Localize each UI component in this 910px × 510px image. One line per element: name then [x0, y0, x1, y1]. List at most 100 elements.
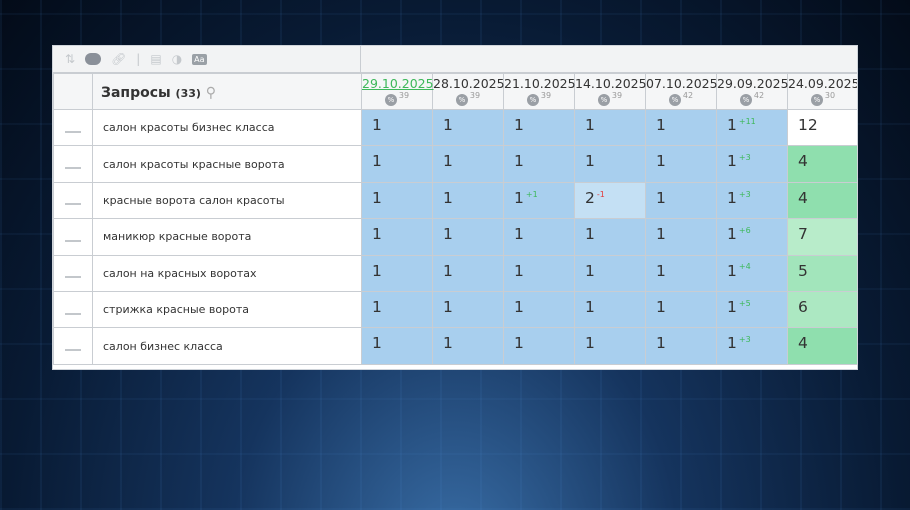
row-toggle[interactable] [53, 254, 93, 292]
row-toggle[interactable] [53, 218, 93, 256]
date-column-header[interactable]: 29.10.2025% 39 [361, 73, 434, 110]
visibility-percent: % 42 [646, 91, 716, 106]
position-change: -1 [596, 189, 605, 199]
position-value: 1 [514, 188, 524, 207]
position-cell: 1 [645, 290, 717, 329]
position-cell: 1 +3 [716, 145, 788, 183]
percent-value: 39 [611, 91, 623, 100]
visibility-percent: % 39 [362, 91, 432, 106]
keyword-cell: красные ворота салон красоты [92, 181, 362, 220]
contrast-icon[interactable]: ◑ [172, 52, 182, 66]
table-row: маникюр красные ворота 1 1 1 1 1 1 +6 7 [53, 218, 857, 256]
position-cell: 1 [503, 108, 575, 147]
date-column-header[interactable]: 28.10.2025% 39 [432, 73, 505, 110]
position-cell: 1 [645, 218, 717, 256]
percent-value: 42 [753, 91, 765, 100]
position-value: 1 [656, 188, 666, 207]
position-change: +3 [738, 153, 751, 163]
search-icon[interactable]: ⚲ [206, 85, 216, 101]
position-cell: 1 [432, 290, 504, 329]
position-value: 4 [798, 188, 808, 207]
position-value: 6 [798, 297, 808, 316]
toggle-icon[interactable] [85, 53, 102, 65]
percent-value: 39 [540, 91, 552, 100]
position-value: 1 [727, 334, 737, 353]
position-value: 7 [798, 225, 808, 244]
position-value: 1 [585, 152, 595, 171]
position-cell: 1 [574, 218, 646, 256]
position-cell: 1 [432, 218, 504, 256]
row-toggle[interactable] [53, 290, 93, 329]
position-value: 12 [798, 116, 818, 134]
position-cell: 1 +3 [716, 181, 788, 220]
dash-icon [65, 312, 81, 315]
toolbar: ⇅ 🔗︎ | ▤ ◑ Aa [53, 46, 857, 73]
date-column-header[interactable]: 21.10.2025% 39 [503, 73, 576, 110]
position-value: 1 [443, 225, 453, 244]
position-cell: 1 [432, 327, 504, 365]
position-cell: 1 [645, 108, 717, 147]
toolbar-divider: | [136, 52, 141, 66]
position-value: 4 [798, 334, 808, 353]
position-value: 1 [514, 116, 524, 134]
position-value: 1 [656, 334, 666, 353]
keyword-cell: салон на красных воротах [92, 254, 362, 292]
keyword-cell: салон красоты красные ворота [92, 145, 362, 183]
position-cell: 1 [361, 254, 433, 292]
font-icon[interactable]: Aa [192, 53, 207, 65]
date-column-header[interactable]: 14.10.2025% 39 [574, 73, 647, 110]
position-value: 1 [372, 188, 382, 207]
percent-icon: % [668, 93, 681, 106]
date-label[interactable]: 29.10.2025 [362, 76, 434, 91]
position-cell: 7 [787, 218, 857, 256]
position-cell: 1 +6 [716, 218, 788, 256]
position-cell: 1 [574, 327, 646, 365]
position-value: 1 [727, 152, 737, 171]
percent-icon: % [384, 93, 397, 106]
position-cell: 1 [432, 108, 504, 147]
visibility-percent: % 42 [717, 91, 787, 106]
date-column-header[interactable]: 29.09.2025% 42 [716, 73, 789, 110]
sort-icon[interactable]: ⇅ [65, 52, 75, 66]
table-row: красные ворота салон красоты 1 1 1 +1 2 -1 1 1 +3… [53, 181, 857, 220]
position-cell: 1 [503, 290, 575, 329]
date-column-header[interactable]: 07.10.2025% 42 [645, 73, 718, 110]
position-cell: 1 [574, 254, 646, 292]
keyword-cell: маникюр красные ворота [92, 218, 362, 256]
position-cell: 1 [361, 108, 433, 147]
position-value: 1 [372, 116, 382, 134]
position-cell: 1 +11 [716, 108, 788, 147]
visibility-percent: % 30 [788, 91, 857, 106]
queries-title: Запросы [101, 84, 171, 101]
position-cell: 12 [787, 108, 857, 147]
position-value: 1 [443, 334, 453, 353]
position-value: 1 [656, 261, 666, 280]
queries-header[interactable]: Запросы (33) ⚲ [92, 73, 362, 110]
row-toggle[interactable] [53, 181, 93, 220]
table-row: салон красоты красные ворота 1 1 1 1 1 1 +3 4 [53, 145, 857, 183]
position-value: 1 [514, 297, 524, 316]
position-value: 1 [656, 152, 666, 171]
visibility-percent: % 39 [504, 91, 574, 106]
date-column-header[interactable]: 24.09.2025% 30 [787, 73, 857, 110]
position-cell: 1 [361, 181, 433, 220]
date-label: 14.10.2025 [575, 76, 647, 91]
position-cell: 1 [645, 181, 717, 220]
row-toggle[interactable] [53, 327, 93, 365]
position-value: 2 [585, 188, 595, 207]
position-cell: 6 [787, 290, 857, 329]
row-toggle[interactable] [53, 108, 93, 147]
position-cell: 1 [574, 145, 646, 183]
position-value: 1 [585, 297, 595, 316]
position-cell: 5 [787, 254, 857, 292]
dash-icon [65, 167, 81, 170]
percent-icon: % [526, 93, 539, 106]
link-icon[interactable]: 🔗︎ [111, 52, 126, 66]
positions-table: Запросы (33) ⚲ 29.10.2025% 39 28.10.2025% 3… [53, 73, 857, 365]
row-toggle[interactable] [53, 145, 93, 183]
dash-icon [65, 239, 81, 242]
list-icon[interactable]: ▤ [150, 52, 161, 66]
position-cell: 1 [361, 290, 433, 329]
position-cell: 4 [787, 181, 857, 220]
percent-value: 39 [469, 91, 481, 100]
